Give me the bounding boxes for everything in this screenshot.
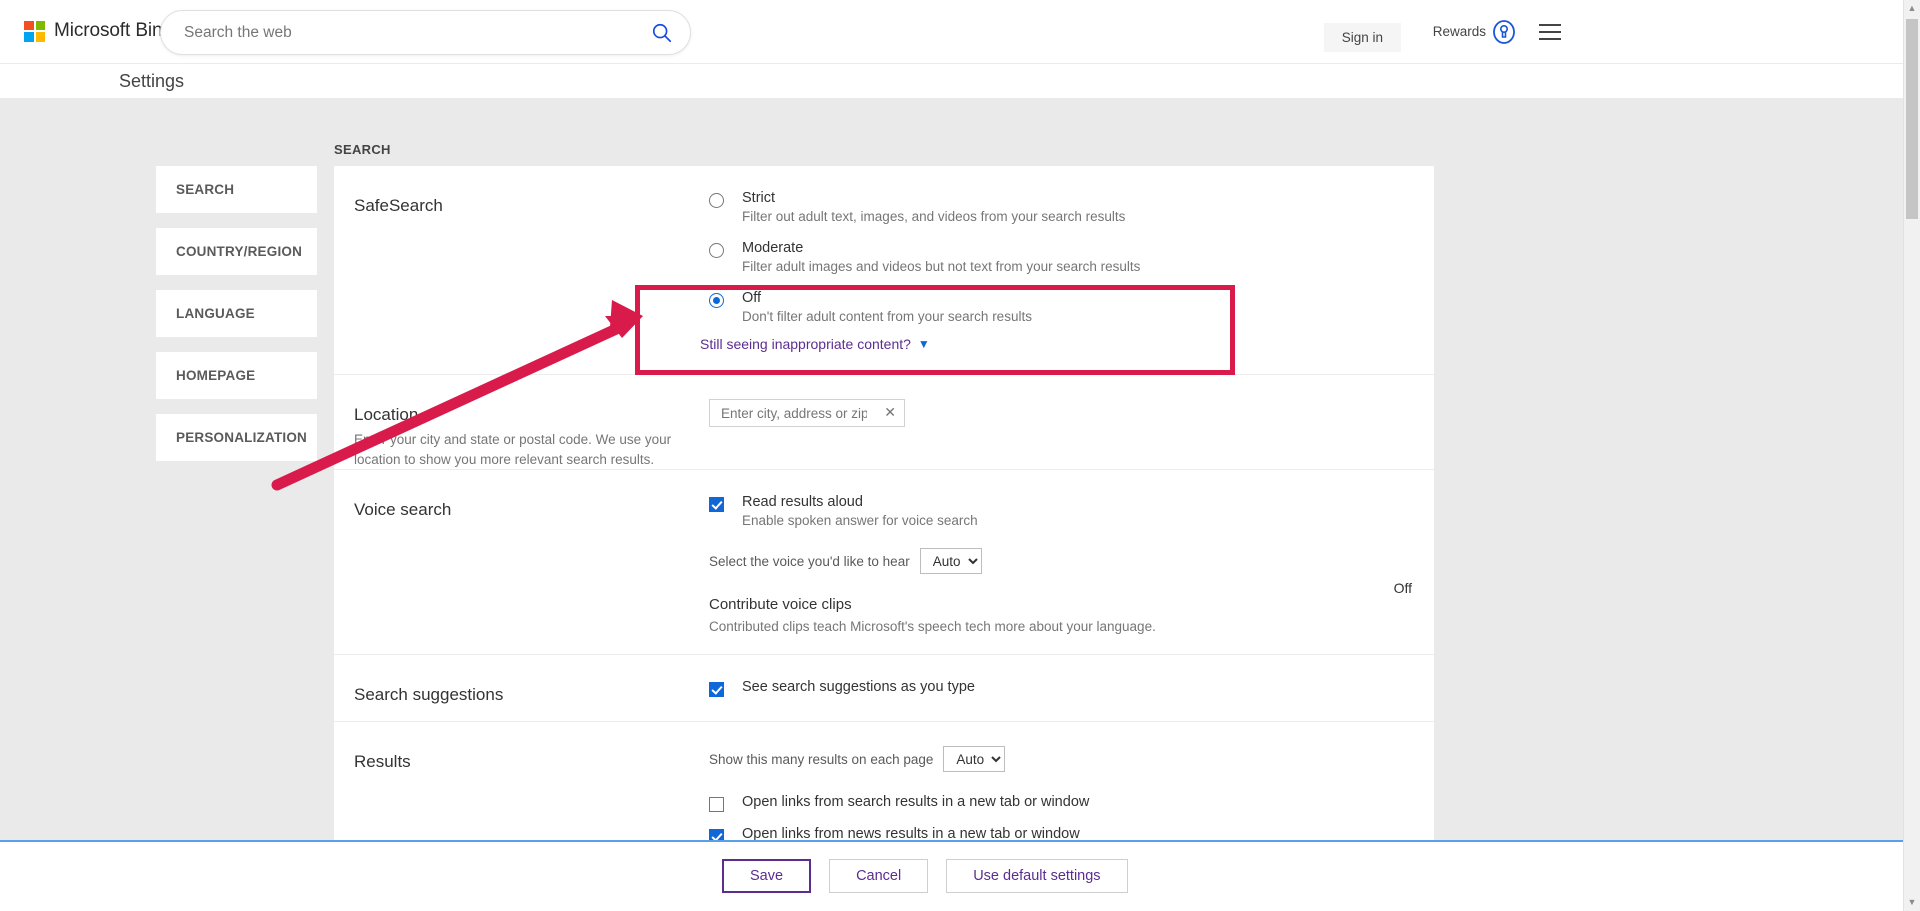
section-heading-search: SEARCH bbox=[334, 142, 391, 157]
footer-buttons: Save Cancel Use default settings bbox=[722, 859, 1128, 893]
row-results: Results Show this many results on each p… bbox=[334, 722, 1434, 858]
option-desc: Don't filter adult content from your sea… bbox=[742, 309, 1032, 324]
row-search-suggestions: Search suggestions See search suggestion… bbox=[334, 655, 1434, 723]
safesearch-title: SafeSearch bbox=[354, 196, 443, 215]
sidebar-item-country-region[interactable]: COUNTRY/REGION bbox=[156, 228, 317, 275]
use-default-settings-button[interactable]: Use default settings bbox=[946, 859, 1128, 893]
sidebar-item-homepage[interactable]: HOMEPAGE bbox=[156, 352, 317, 399]
sign-in-button[interactable]: Sign in bbox=[1323, 23, 1401, 52]
checkbox-open-search-links[interactable] bbox=[709, 797, 724, 813]
microsoft-logo-icon bbox=[24, 20, 45, 42]
voice-search-body: Read results aloud Enable spoken answer … bbox=[709, 470, 1434, 654]
row-location: Location Enter your city and state or po… bbox=[334, 375, 1434, 471]
scroll-up-arrow-icon[interactable]: ▲ bbox=[1904, 0, 1920, 17]
row-safesearch: SafeSearch Strict Filter out adult text,… bbox=[334, 166, 1434, 375]
save-button[interactable]: Save bbox=[722, 859, 812, 893]
search-suggestions-body: See search suggestions as you type bbox=[709, 655, 1434, 721]
cancel-button[interactable]: Cancel bbox=[829, 859, 929, 893]
voice-select[interactable]: Auto bbox=[919, 548, 982, 575]
option-desc: Filter out adult text, images, and video… bbox=[742, 209, 1126, 224]
row-voice-search: Voice search Read results aloud Enable s… bbox=[334, 470, 1434, 656]
location-input[interactable] bbox=[719, 400, 869, 426]
checkbox-search-suggestions[interactable] bbox=[709, 682, 724, 698]
bing-brand-logo[interactable]: Microsoft Bing bbox=[24, 20, 173, 42]
search-bar[interactable] bbox=[160, 10, 691, 55]
location-title-text: Location bbox=[354, 405, 419, 424]
checkbox-read-results-aloud[interactable] bbox=[709, 497, 724, 513]
checkbox-desc: Enable spoken answer for voice search bbox=[742, 513, 978, 529]
safesearch-option-moderate[interactable]: Moderate Filter adult images and videos … bbox=[709, 240, 1434, 274]
voice-select-row: Select the voice you'd like to hear Auto bbox=[709, 548, 1434, 575]
safesearch-option-off[interactable]: Off Don't filter adult content from your… bbox=[709, 290, 1434, 324]
results-body: Show this many results on each page Auto… bbox=[709, 722, 1434, 858]
radio-strict[interactable] bbox=[709, 193, 724, 208]
location-desc: Enter your city and state or postal code… bbox=[354, 432, 672, 467]
location-body: ✕ bbox=[709, 375, 1434, 469]
option-label: Off bbox=[742, 290, 762, 306]
checkbox-label: Open links from search results in a new … bbox=[742, 794, 1090, 811]
sidebar-item-label: LANGUAGE bbox=[176, 306, 255, 321]
contribute-voice-clips-desc: Contributed clips teach Microsoft's spee… bbox=[709, 619, 1156, 635]
open-search-links-row[interactable]: Open links from search results in a new … bbox=[709, 794, 1434, 813]
page-scrollbar[interactable]: ▲ ▼ bbox=[1903, 0, 1920, 911]
rewards-medal-icon[interactable] bbox=[1492, 20, 1516, 44]
results-count-row: Show this many results on each page Auto bbox=[709, 746, 1434, 773]
top-header: Microsoft Bing Sign in Rewards bbox=[0, 0, 1920, 63]
sidebar-item-language[interactable]: LANGUAGE bbox=[156, 290, 317, 337]
settings-title-bar: Settings bbox=[0, 63, 1920, 98]
sidebar-item-label: COUNTRY/REGION bbox=[176, 244, 303, 259]
settings-panel: SafeSearch Strict Filter out adult text,… bbox=[334, 166, 1434, 859]
sidebar-item-label: PERSONALIZATION bbox=[176, 430, 307, 445]
checkbox-label: Read results aloud bbox=[742, 494, 863, 511]
radio-moderate[interactable] bbox=[709, 243, 724, 258]
safesearch-options: Strict Filter out adult text, images, an… bbox=[700, 166, 1434, 374]
sidebar-item-label: HOMEPAGE bbox=[176, 368, 256, 383]
inappropriate-content-link[interactable]: Still seeing inappropriate content? bbox=[700, 336, 911, 352]
search-icon[interactable] bbox=[651, 22, 673, 44]
option-label: Moderate bbox=[742, 240, 804, 256]
voice-search-title: Voice search bbox=[354, 500, 452, 520]
checkbox-label: See search suggestions as you type bbox=[742, 679, 975, 696]
close-x-icon[interactable]: ✕ bbox=[884, 405, 896, 419]
option-desc: Filter adult images and videos but not t… bbox=[742, 259, 1141, 274]
location-title: Location Enter your city and state or po… bbox=[354, 375, 709, 469]
read-results-aloud-row[interactable]: Read results aloud Enable spoken answer … bbox=[709, 494, 1434, 528]
scroll-down-arrow-icon[interactable]: ▼ bbox=[1904, 894, 1920, 911]
results-count-label: Show this many results on each page bbox=[709, 751, 934, 767]
scrollbar-thumb[interactable] bbox=[1906, 19, 1918, 219]
search-suggestions-title: Search suggestions bbox=[354, 685, 504, 705]
sidebar-item-personalization[interactable]: PERSONALIZATION bbox=[156, 414, 317, 461]
results-count-select[interactable]: Auto bbox=[943, 746, 1006, 773]
contribute-voice-clips-state: Off bbox=[1393, 580, 1412, 597]
brand-text: Microsoft Bing bbox=[54, 20, 173, 41]
contribute-voice-clips-title: Contribute voice clips bbox=[709, 596, 852, 614]
safesearch-option-strict[interactable]: Strict Filter out adult text, images, an… bbox=[709, 190, 1434, 224]
rewards-label[interactable]: Rewards bbox=[1433, 24, 1486, 39]
sidebar-item-search[interactable]: SEARCH bbox=[156, 166, 317, 213]
sidebar-item-label: SEARCH bbox=[176, 182, 235, 197]
page-title: Settings bbox=[119, 71, 185, 91]
hamburger-menu-icon[interactable] bbox=[1539, 24, 1561, 40]
search-input[interactable] bbox=[182, 11, 642, 54]
results-title: Results bbox=[354, 752, 411, 772]
option-label: Strict bbox=[742, 190, 776, 206]
settings-sidebar: SEARCH COUNTRY/REGION LANGUAGE HOMEPAGE … bbox=[156, 166, 317, 476]
radio-off[interactable] bbox=[709, 293, 724, 308]
settings-footer: Save Cancel Use default settings bbox=[0, 840, 1920, 911]
chevron-down-icon[interactable]: ▼ bbox=[918, 337, 930, 351]
search-suggestions-row[interactable]: See search suggestions as you type bbox=[709, 679, 1434, 698]
voice-select-label: Select the voice you'd like to hear bbox=[709, 553, 910, 569]
location-input-wrapper[interactable]: ✕ bbox=[709, 399, 905, 427]
settings-page-body: SEARCH COUNTRY/REGION LANGUAGE HOMEPAGE … bbox=[0, 98, 1920, 859]
